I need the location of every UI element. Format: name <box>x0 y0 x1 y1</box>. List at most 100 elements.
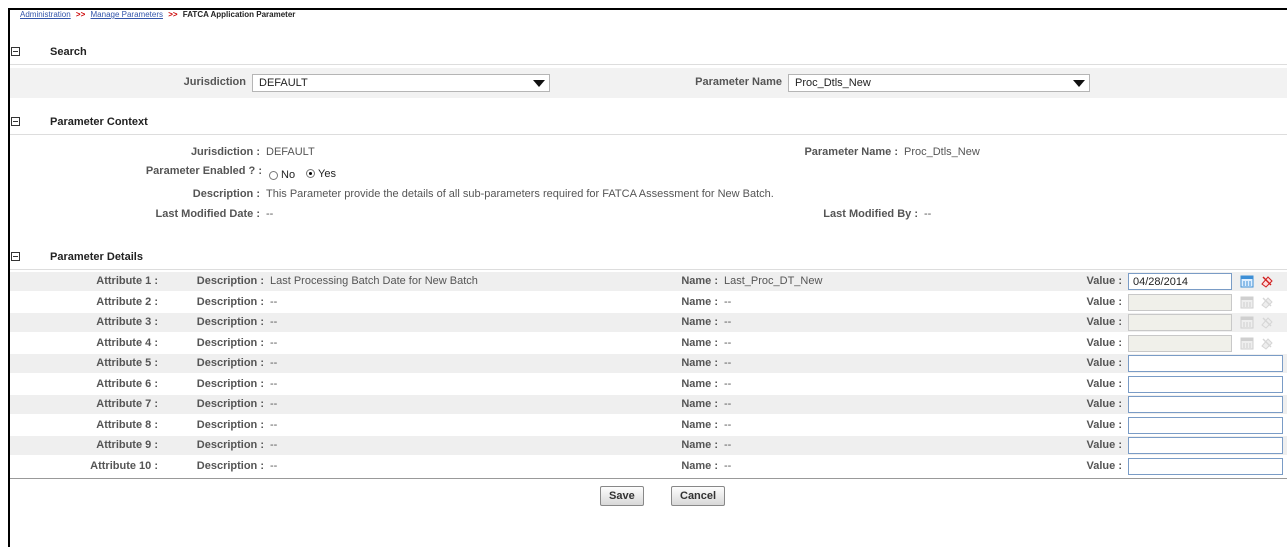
name-value: Last_Proc_DT_New <box>724 275 823 287</box>
description-value: -- <box>270 439 278 451</box>
enabled-yes-radio[interactable] <box>306 169 315 178</box>
table-row: Attribute 7 : Description : -- Name : -- Valu… <box>10 395 1287 414</box>
calendar-icon[interactable] <box>1240 315 1254 329</box>
enabled-no-label: No <box>281 169 296 181</box>
name-label: Name : <box>681 439 718 451</box>
value-label: Value : <box>1086 398 1122 410</box>
clear-date-icon[interactable] <box>1260 336 1274 350</box>
table-row: Attribute 9 : Description : -- Name : -- Valu… <box>10 436 1287 455</box>
parameter-name-select[interactable]: Proc_Dtls_New <box>788 74 1090 92</box>
calendar-icon[interactable] <box>1240 336 1254 350</box>
value-input[interactable] <box>1128 437 1283 454</box>
name-value: -- <box>724 460 732 472</box>
collapse-icon[interactable] <box>11 47 20 56</box>
name-label: Name : <box>681 296 718 308</box>
search-parameter-name-label: Parameter Name <box>695 76 782 88</box>
description-label: Description : <box>196 460 264 472</box>
table-row: Attribute 3 : Description : -- Name : -- Valu… <box>10 313 1287 332</box>
attribute-label: Attribute 6 : <box>96 378 158 390</box>
breadcrumb: Administration >> Manage Parameters >> F… <box>20 10 295 19</box>
description-value: -- <box>270 357 278 369</box>
context-parameter-name-value: Proc_Dtls_New <box>904 146 980 158</box>
value-label: Value : <box>1086 296 1122 308</box>
name-label: Name : <box>681 316 718 328</box>
value-input[interactable] <box>1128 355 1283 372</box>
name-label: Name : <box>681 419 718 431</box>
context-description-label: Description : <box>192 188 260 200</box>
value-input[interactable] <box>1128 417 1283 434</box>
value-label: Value : <box>1086 378 1122 390</box>
attribute-label: Attribute 2 : <box>96 296 158 308</box>
name-value: -- <box>724 419 732 431</box>
table-row: Attribute 8 : Description : -- Name : -- Valu… <box>10 416 1287 435</box>
value-input[interactable] <box>1128 273 1232 290</box>
clear-date-icon[interactable] <box>1260 274 1274 288</box>
name-label: Name : <box>681 378 718 390</box>
value-label: Value : <box>1086 357 1122 369</box>
value-input[interactable] <box>1128 396 1283 413</box>
context-section-header: Parameter Context <box>10 112 1287 135</box>
last-modified-by-label: Last Modified By : <box>823 208 918 220</box>
value-input[interactable] <box>1128 314 1232 331</box>
value-label: Value : <box>1086 337 1122 349</box>
description-value: -- <box>270 296 278 308</box>
value-input[interactable] <box>1128 376 1283 393</box>
calendar-icon[interactable] <box>1240 274 1254 288</box>
description-label: Description : <box>196 357 264 369</box>
name-value: -- <box>724 296 732 308</box>
table-row: Attribute 5 : Description : -- Name : -- Valu… <box>10 354 1287 373</box>
jurisdiction-select[interactable]: DEFAULT <box>252 74 550 92</box>
enabled-no-radio[interactable] <box>269 171 278 180</box>
table-row: Attribute 2 : Description : -- Name : -- Valu… <box>10 293 1287 312</box>
description-value: -- <box>270 337 278 349</box>
name-label: Name : <box>681 337 718 349</box>
description-label: Description : <box>196 419 264 431</box>
value-input[interactable] <box>1128 335 1232 352</box>
table-row: Attribute 4 : Description : -- Name : -- Valu… <box>10 334 1287 353</box>
enabled-yes-label: Yes <box>318 168 336 180</box>
context-section-title: Parameter Context <box>50 116 148 128</box>
search-section-header: Search <box>10 42 1287 65</box>
chevron-down-icon <box>533 80 545 87</box>
value-label: Value : <box>1086 460 1122 472</box>
description-label: Description : <box>196 398 264 410</box>
name-value: -- <box>724 316 732 328</box>
description-value: -- <box>270 378 278 390</box>
context-jurisdiction-label: Jurisdiction : <box>190 146 260 158</box>
save-button[interactable]: Save <box>600 486 644 506</box>
calendar-icon[interactable] <box>1240 295 1254 309</box>
collapse-icon[interactable] <box>11 117 20 126</box>
collapse-icon[interactable] <box>11 252 20 261</box>
description-value: -- <box>270 419 278 431</box>
attribute-label: Attribute 1 : <box>96 275 158 287</box>
details-section-header: Parameter Details <box>10 247 1287 270</box>
value-input[interactable] <box>1128 458 1283 475</box>
name-label: Name : <box>681 275 718 287</box>
value-label: Value : <box>1086 419 1122 431</box>
last-modified-date-label: Last Modified Date : <box>155 208 260 220</box>
search-jurisdiction-label: Jurisdiction <box>183 76 246 88</box>
name-value: -- <box>724 337 732 349</box>
clear-date-icon[interactable] <box>1260 295 1274 309</box>
name-label: Name : <box>681 357 718 369</box>
divider <box>10 478 1287 479</box>
name-value: -- <box>724 439 732 451</box>
breadcrumb-current: FATCA Application Parameter <box>182 10 296 19</box>
breadcrumb-administration[interactable]: Administration <box>20 10 71 19</box>
value-input[interactable] <box>1128 294 1232 311</box>
description-label: Description : <box>196 296 264 308</box>
chevron-down-icon <box>1073 80 1085 87</box>
clear-date-icon[interactable] <box>1260 315 1274 329</box>
attribute-label: Attribute 8 : <box>96 419 158 431</box>
description-value: -- <box>270 398 278 410</box>
description-value: Last Processing Batch Date for New Batch <box>270 275 478 287</box>
cancel-button[interactable]: Cancel <box>671 486 726 506</box>
details-section-title: Parameter Details <box>50 251 143 263</box>
breadcrumb-separator: >> <box>168 10 178 19</box>
value-label: Value : <box>1086 316 1122 328</box>
description-label: Description : <box>196 378 264 390</box>
jurisdiction-select-value: DEFAULT <box>259 77 308 89</box>
last-modified-by-value: -- <box>924 208 932 220</box>
last-modified-date-value: -- <box>266 208 274 220</box>
breadcrumb-manage-parameters[interactable]: Manage Parameters <box>91 10 163 19</box>
